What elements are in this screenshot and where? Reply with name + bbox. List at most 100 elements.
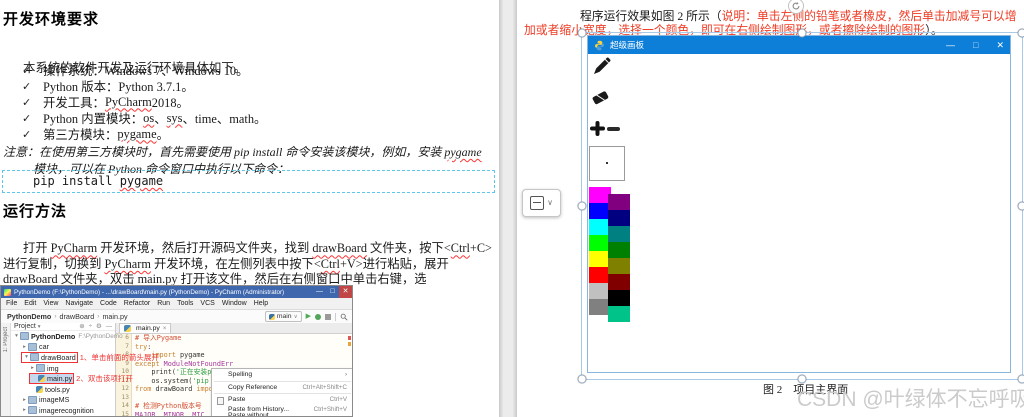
tree-item-label: imageMS (39, 395, 70, 405)
menu-refactor[interactable]: Refactor (124, 300, 150, 307)
checklist-item: ✓ 开发工具： PyCharm 2018。 (3, 94, 493, 111)
chevron-down-icon[interactable]: ▾ (13, 333, 20, 339)
palette-color[interactable] (608, 226, 630, 242)
menu-tools[interactable]: Tools (177, 300, 193, 307)
menu-help[interactable]: Help (254, 300, 268, 307)
menu-run[interactable]: Run (157, 300, 170, 307)
maximize-button[interactable]: □ (326, 286, 339, 298)
drawboard-canvas[interactable] (588, 54, 1010, 372)
menu-view[interactable]: View (43, 300, 58, 307)
text-run: 开发环境，然后打开源码文件夹，找到 (97, 241, 313, 256)
menu-window[interactable]: Window (222, 300, 247, 307)
document-page-left: 开发环境要求 本系统的软件开发及运行环境具体如下。 ✓ 操作系统：Windows … (0, 0, 499, 417)
project-tree-item[interactable]: main.py 2、双击该项打开 (11, 373, 133, 385)
code-box: pip install pygame (2, 170, 495, 193)
menu-file[interactable]: File (6, 300, 17, 307)
selection-handle[interactable] (577, 201, 587, 211)
context-menu-item[interactable]: Paste Ctrl+V (212, 395, 352, 405)
red-annotation-text: 2、双击该项打开 (76, 374, 133, 384)
project-tree-item[interactable]: ▸ img (11, 363, 115, 374)
layout-options-icon (530, 196, 545, 210)
chevron-right-icon[interactable]: ▸ (21, 344, 28, 350)
palette-color[interactable] (608, 274, 630, 290)
text-run: Ctrl (320, 256, 340, 271)
project-tree-item[interactable]: tools.py (11, 384, 115, 395)
increase-width-icon[interactable] (589, 120, 606, 137)
chevron-down-icon[interactable]: ▾ (23, 354, 30, 360)
close-button[interactable]: ✕ (996, 40, 1004, 51)
eraser-tool-icon[interactable] (590, 87, 611, 108)
code-token: drawBoard (151, 385, 197, 393)
chevron-down-icon: ∨ (293, 313, 298, 320)
check-icon: ✓ (22, 80, 32, 93)
code-token: pygame (175, 351, 205, 359)
layout-options-button[interactable]: ∨ (522, 189, 561, 217)
close-button[interactable]: ✕ (339, 286, 352, 298)
decrease-width-icon[interactable] (607, 127, 620, 131)
chevron-right-icon[interactable]: ▸ (21, 407, 28, 413)
checklist-item: ✓ Python 内置模块： os、 sys 、time、math。 (3, 110, 493, 127)
menu-vcs[interactable]: VCS (200, 300, 214, 307)
selection-handle[interactable] (1017, 28, 1024, 38)
palette-color[interactable] (608, 258, 630, 274)
project-tree-item[interactable]: ▾ PythonDemo F:\PythonDemo (11, 331, 123, 342)
project-tool-tab[interactable]: 1: Project (3, 327, 9, 352)
run-button[interactable]: ▶ (306, 312, 311, 321)
tool-window-strip[interactable]: 1: Project (1, 323, 11, 416)
gear-icon[interactable]: ⚙ (96, 323, 102, 330)
minimize-button[interactable]: — (313, 286, 326, 298)
locate-icon[interactable]: ⊕ (79, 323, 84, 330)
search-icon[interactable] (340, 313, 348, 321)
debug-button[interactable] (315, 313, 321, 320)
context-menu-item[interactable]: Copy Reference Ctrl+Alt+Shift+C (212, 383, 352, 393)
hide-panel-icon[interactable]: — (106, 323, 112, 330)
palette-color[interactable] (608, 306, 630, 322)
project-tree-item[interactable]: ▾ drawBoard 1、单击前面的箭头展开 (11, 351, 159, 363)
project-tree-item[interactable]: ▸ imagerecognition (11, 405, 115, 416)
breadcrumb-item[interactable]: PythonDemo (7, 312, 51, 321)
line-number: 13 (121, 393, 129, 401)
menu-navigate[interactable]: Navigate (65, 300, 93, 307)
code-line: # 导入Pygame (135, 334, 233, 343)
chevron-down-icon[interactable]: ▾ (38, 324, 41, 330)
project-panel-header: Project ▾ ⊕ ÷ ⚙ — (11, 323, 115, 331)
chevron-right-icon[interactable]: ▸ (21, 397, 28, 403)
text-run: 开发环境，在左侧列表中按下< (150, 256, 321, 271)
selection-handle[interactable] (577, 374, 587, 384)
python-file-icon (124, 325, 131, 332)
minimize-button[interactable]: — (946, 40, 955, 50)
pencil-tool-icon[interactable] (591, 55, 613, 77)
maximize-button[interactable]: □ (973, 40, 978, 50)
palette-color[interactable] (608, 210, 630, 226)
text-run: pygame (117, 126, 157, 141)
folder-icon (30, 353, 39, 362)
selection-handle[interactable] (797, 28, 807, 38)
menu-edit[interactable]: Edit (24, 300, 36, 307)
close-icon[interactable]: × (163, 326, 167, 332)
project-tree-item[interactable]: ▸ imageMS (11, 395, 115, 406)
palette-color[interactable] (608, 290, 630, 306)
project-tree-item[interactable]: ▸ car (11, 342, 115, 353)
selection-handle[interactable] (577, 28, 587, 38)
collapse-all-icon[interactable]: ÷ (89, 323, 92, 330)
breadcrumb-item[interactable]: drawBoard (60, 312, 95, 321)
code-token: # 导入Pygame (135, 334, 182, 342)
project-tree: ▾ PythonDemo F:\PythonDemo ▸ car ▾ drawBoard 1、… (11, 331, 159, 416)
checklist-item: ✓ Python 版本：Python 3.7.1。 (3, 78, 493, 94)
stop-button[interactable] (325, 313, 331, 320)
heading-dev-env: 开发环境要求 (3, 11, 100, 28)
palette-color[interactable] (608, 194, 630, 210)
line-number: 15 (121, 410, 129, 417)
selection-handle[interactable] (1017, 201, 1024, 211)
context-menu-item[interactable]: Spelling › (212, 370, 352, 380)
menu-code[interactable]: Code (100, 300, 117, 307)
requirements-checklist: ✓ 操作系统：Windows 7、Windows 10。 ✓ Python 版本：Py… (3, 62, 493, 142)
palette-color[interactable] (608, 242, 630, 258)
menu-item-label: Paste (228, 396, 246, 404)
error-stripe-mark (348, 336, 351, 340)
text-run: Ctrl (450, 241, 470, 256)
run-config-selector[interactable]: main ∨ (264, 311, 302, 322)
chevron-right-icon[interactable]: ▸ (29, 365, 36, 371)
tab-main-py[interactable]: main.py × (119, 323, 172, 333)
breadcrumb-item[interactable]: main.py (102, 312, 127, 321)
